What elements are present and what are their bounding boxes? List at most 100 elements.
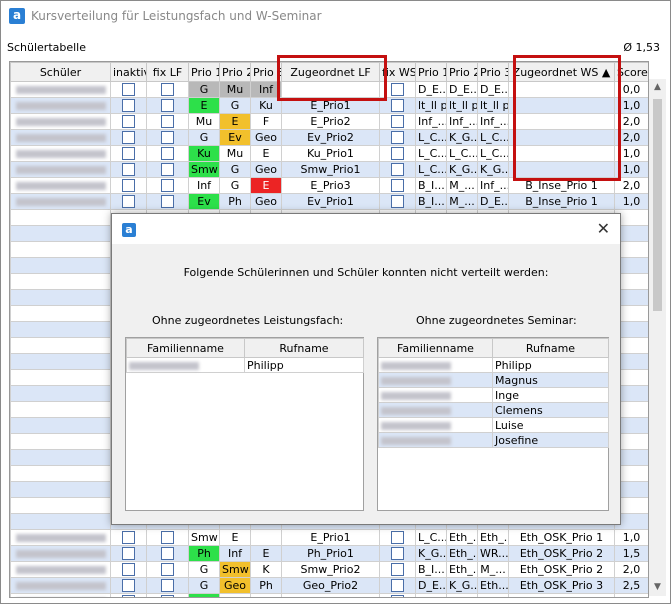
col-header-lf-prio1[interactable]: Prio 1 [188,62,220,82]
fix-ws-checkbox[interactable] [391,595,404,597]
fix-lf-cell[interactable] [146,161,189,178]
ws-col-rufname[interactable]: Rufname [492,338,609,358]
list-item[interactable]: Luise [378,417,609,433]
inaktiv-cell[interactable] [110,113,147,130]
fix-ws-cell[interactable] [379,113,416,130]
inaktiv-checkbox[interactable] [122,99,135,113]
list-item[interactable]: Magnus [378,372,609,388]
scroll-down-icon[interactable]: ▼ [649,579,666,596]
fix-ws-cell[interactable] [379,561,416,578]
fix-ws-cell[interactable] [379,145,416,162]
inaktiv-cell[interactable] [110,145,147,162]
fix-ws-checkbox[interactable] [391,131,404,145]
fix-ws-checkbox[interactable] [391,99,404,113]
fix-ws-checkbox[interactable] [391,531,404,545]
col-header-fix-lf[interactable]: fix LF [146,62,189,82]
inaktiv-cell[interactable] [110,545,147,562]
fix-ws-checkbox[interactable] [391,115,404,129]
table-row[interactable]: PhInfEPh_Prio1 K_G...Eth_...WR...Eth_OSK_… [10,545,648,562]
fix-ws-checkbox[interactable] [391,147,404,161]
scroll-up-icon[interactable]: ▲ [649,79,666,96]
inaktiv-cell[interactable] [110,529,147,546]
table-row[interactable]: EKuPhE_Prio1 M_...lt_ll pInf_...M_Die_Pri… [10,593,648,597]
lf-unassigned-list[interactable]: Familienname Rufname Philipp [125,337,364,511]
fix-ws-checkbox[interactable] [391,579,404,593]
table-row[interactable]: GGeoPhGeo_Prio2 D_E...K_G...Eth...Eth_OSK… [10,577,648,594]
scroll-thumb[interactable] [653,99,662,311]
inaktiv-checkbox[interactable] [122,547,135,561]
col-header-ws-prio3[interactable]: Prio 3 [477,62,509,82]
fix-ws-checkbox[interactable] [391,195,404,209]
fix-ws-cell[interactable] [379,177,416,194]
fix-lf-cell[interactable] [146,113,189,130]
col-header-ws-prio2[interactable]: Prio 2 [446,62,478,82]
fix-lf-checkbox[interactable] [161,563,174,577]
fix-ws-checkbox[interactable] [391,163,404,177]
list-item[interactable]: Clemens [378,402,609,418]
fix-ws-checkbox[interactable] [391,83,404,97]
fix-lf-checkbox[interactable] [161,83,174,97]
fix-lf-checkbox[interactable] [161,547,174,561]
inaktiv-checkbox[interactable] [122,163,135,177]
close-icon[interactable]: ✕ [597,219,610,238]
col-header-schueler[interactable]: Schüler [10,62,111,82]
fix-lf-checkbox[interactable] [161,115,174,129]
fix-ws-cell[interactable] [379,593,416,597]
fix-lf-cell[interactable] [146,529,189,546]
inaktiv-cell[interactable] [110,81,147,98]
table-row[interactable]: SmwEE_Prio1L_C...Eth_...Eth_...Eth_OSK_P… [10,529,648,546]
fix-lf-cell[interactable] [146,97,189,114]
inaktiv-checkbox[interactable] [122,531,135,545]
fix-lf-cell[interactable] [146,193,189,210]
fix-lf-checkbox[interactable] [161,131,174,145]
fix-ws-cell[interactable] [379,129,416,146]
inaktiv-cell[interactable] [110,593,147,597]
fix-lf-cell[interactable] [146,145,189,162]
fix-lf-checkbox[interactable] [161,595,174,597]
fix-ws-cell[interactable] [379,161,416,178]
inaktiv-checkbox[interactable] [122,83,135,97]
inaktiv-checkbox[interactable] [122,115,135,129]
fix-lf-cell[interactable] [146,81,189,98]
inaktiv-cell[interactable] [110,577,147,594]
inaktiv-checkbox[interactable] [122,595,135,597]
inaktiv-checkbox[interactable] [122,179,135,193]
fix-lf-checkbox[interactable] [161,163,174,177]
table-row[interactable]: GSmwKSmw_Prio2 B_I...Eth_...M_...Eth_OSK_… [10,561,648,578]
fix-lf-cell[interactable] [146,577,189,594]
list-item[interactable]: Philipp [378,357,609,373]
inaktiv-cell[interactable] [110,193,147,210]
list-item[interactable]: Josefine [378,432,609,448]
inaktiv-checkbox[interactable] [122,579,135,593]
inaktiv-checkbox[interactable] [122,147,135,161]
fix-lf-cell[interactable] [146,129,189,146]
fix-ws-checkbox[interactable] [391,179,404,193]
fix-lf-checkbox[interactable] [161,179,174,193]
inaktiv-cell[interactable] [110,177,147,194]
inaktiv-checkbox[interactable] [122,195,135,209]
list-item[interactable]: Philipp [126,357,364,373]
fix-lf-checkbox[interactable] [161,579,174,593]
inaktiv-cell[interactable] [110,561,147,578]
fix-lf-checkbox[interactable] [161,195,174,209]
inaktiv-checkbox[interactable] [122,131,135,145]
fix-ws-cell[interactable] [379,545,416,562]
fix-lf-cell[interactable] [146,177,189,194]
inaktiv-cell[interactable] [110,97,147,114]
fix-lf-cell[interactable] [146,561,189,578]
inaktiv-cell[interactable] [110,161,147,178]
fix-ws-cell[interactable] [379,529,416,546]
fix-lf-checkbox[interactable] [161,147,174,161]
vertical-scrollbar[interactable]: ▲ ▼ [649,79,666,596]
inaktiv-cell[interactable] [110,129,147,146]
fix-lf-cell[interactable] [146,593,189,597]
fix-lf-cell[interactable] [146,545,189,562]
fix-lf-checkbox[interactable] [161,99,174,113]
table-row[interactable]: Ev Ph Geo Ev_Prio1 B_I... M_... D_E... B_Inse_P… [10,193,648,210]
lf-col-rufname[interactable]: Rufname [244,338,364,358]
fix-ws-cell[interactable] [379,577,416,594]
fix-ws-cell[interactable] [379,193,416,210]
fix-ws-checkbox[interactable] [391,547,404,561]
col-header-inaktiv[interactable]: inaktiv [110,62,147,82]
ws-unassigned-list[interactable]: Familienname Rufname Philipp Magnus Inge Cl… [377,337,609,511]
